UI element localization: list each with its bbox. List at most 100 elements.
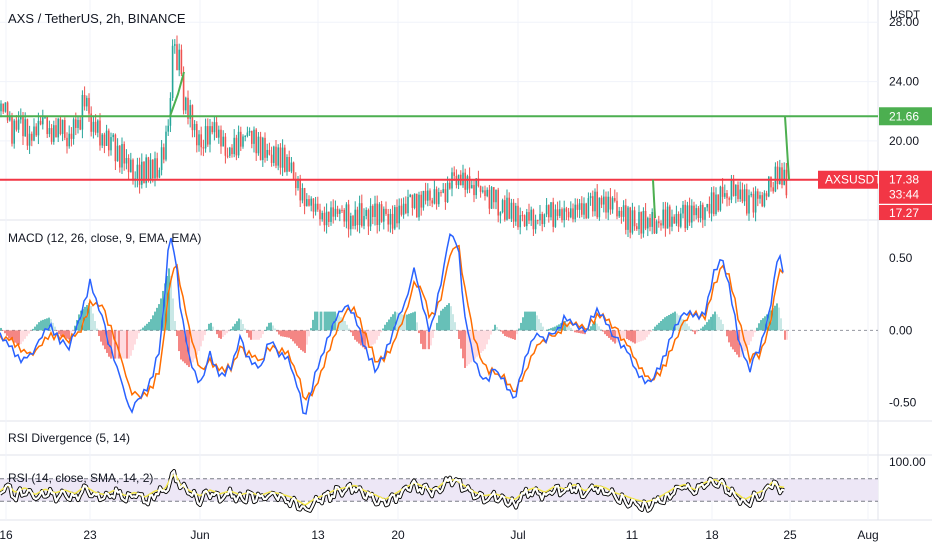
- candle-body: [193, 123, 196, 131]
- macd-legend[interactable]: MACD (12, 26, close, 9, EMA, EMA): [8, 231, 201, 245]
- candle-body: [600, 197, 603, 205]
- candle-body: [198, 134, 200, 146]
- macd-histogram-bar: [302, 330, 304, 352]
- candle-body: [539, 213, 541, 221]
- candle-body: [572, 208, 574, 220]
- candle-body: [647, 217, 649, 229]
- candle-body: [422, 190, 425, 208]
- macd-histogram-bar: [36, 324, 38, 331]
- candle-body: [317, 203, 319, 210]
- macd-histogram-bar: [294, 330, 296, 344]
- candle-body: [429, 190, 431, 201]
- candle-body: [156, 158, 158, 178]
- macd-histogram-bar: [230, 329, 232, 331]
- macd-histogram-bar: [382, 328, 384, 331]
- macd-histogram-bar: [2, 330, 4, 331]
- macd-histogram-bar: [722, 324, 724, 331]
- x-tick-label: Jun: [190, 528, 209, 542]
- macd-histogram-bar: [384, 324, 386, 331]
- macd-histogram-bar: [720, 319, 722, 331]
- candle-body: [735, 184, 737, 196]
- candle-body: [352, 215, 354, 226]
- macd-histogram-bar: [518, 328, 520, 331]
- candle-body: [537, 219, 539, 221]
- candle-body: [576, 204, 579, 210]
- macd-histogram-bar: [224, 330, 226, 336]
- candle-body: [543, 214, 546, 225]
- macd-tick-label: -0.50: [889, 396, 917, 410]
- macd-histogram-bar: [234, 323, 236, 331]
- candle-body: [622, 205, 625, 217]
- macd-histogram-bar: [758, 323, 760, 331]
- candle-body: [464, 172, 466, 190]
- candle-body: [259, 136, 262, 161]
- macd-pane[interactable]: [0, 233, 878, 415]
- macd-histogram-bar: [372, 330, 374, 345]
- candle-body: [367, 210, 370, 227]
- macd-histogram-bar: [200, 330, 202, 347]
- macd-histogram-bar: [726, 330, 728, 337]
- macd-histogram-bar: [684, 321, 686, 331]
- macd-histogram-bar: [282, 330, 284, 337]
- candle-body: [620, 210, 623, 217]
- tradingview-chart[interactable]: 16 23 Jun 13 20 Jul 11 18 25 Aug 28.00 24.00 20.00 21…: [0, 0, 932, 550]
- candle-body: [493, 187, 495, 203]
- candle-body: [347, 204, 350, 230]
- macd-histogram-bar: [308, 330, 310, 337]
- macd-histogram-bar: [270, 322, 272, 331]
- candle-body: [88, 97, 90, 114]
- x-tick-label: 23: [83, 528, 97, 542]
- macd-histogram-bar: [434, 330, 436, 331]
- macd-histogram-bar: [578, 330, 580, 334]
- macd-histogram-bar: [688, 326, 690, 331]
- rsi-divergence-legend[interactable]: RSI Divergence (5, 14): [8, 431, 130, 445]
- macd-histogram-bar: [58, 330, 60, 335]
- candle-body: [719, 186, 722, 211]
- candle-body: [504, 200, 506, 220]
- price-tick-label: 24.00: [889, 75, 919, 89]
- macd-histogram-bar: [68, 330, 70, 340]
- candle-body: [563, 208, 565, 221]
- macd-histogram-bar: [640, 330, 642, 342]
- candle-body: [757, 191, 759, 199]
- candle-body: [26, 119, 29, 146]
- macd-histogram-bar: [98, 330, 100, 337]
- candle-body: [649, 217, 651, 227]
- resistance-price-label: 21.66: [889, 109, 919, 123]
- candle-body: [396, 207, 398, 224]
- x-tick-label: 11: [626, 528, 639, 542]
- candle-body: [6, 102, 9, 121]
- macd-histogram-bar: [92, 313, 94, 331]
- candle-body: [92, 121, 95, 132]
- candle-body: [46, 116, 48, 135]
- macd-histogram-bar: [278, 330, 280, 335]
- candle-body: [583, 203, 585, 215]
- rsi-legend[interactable]: RSI (14, close, SMA, 14, 2): [8, 471, 153, 485]
- candle-body: [75, 119, 77, 128]
- macd-histogram-bar: [400, 313, 402, 331]
- candle-body: [561, 209, 563, 221]
- candle-body: [713, 192, 715, 214]
- macd-histogram-bar: [626, 330, 628, 340]
- candle-body: [303, 188, 306, 207]
- macd-histogram-bar: [220, 330, 222, 339]
- candle-body: [517, 205, 519, 228]
- candle-body: [13, 120, 15, 144]
- macd-histogram-bar: [606, 330, 608, 337]
- macd-histogram-bar: [548, 328, 550, 331]
- macd-histogram-bar: [254, 330, 256, 340]
- candle-body: [266, 149, 268, 158]
- price-pane[interactable]: [0, 35, 878, 239]
- macd-histogram-bar: [240, 319, 242, 331]
- candle-body: [207, 126, 209, 145]
- candle-body: [609, 196, 612, 210]
- candle-body: [248, 130, 251, 133]
- macd-histogram-bar: [454, 322, 456, 331]
- candle-body: [743, 189, 746, 202]
- x-tick-label: 25: [783, 528, 797, 542]
- candle-body: [409, 194, 411, 197]
- macd-histogram-bar: [216, 330, 218, 335]
- rsi-tick-label: 100.00: [889, 455, 926, 469]
- candle-body: [704, 207, 706, 220]
- chart-canvas[interactable]: 16 23 Jun 13 20 Jul 11 18 25 Aug28.0024.0020.0021…: [0, 0, 932, 550]
